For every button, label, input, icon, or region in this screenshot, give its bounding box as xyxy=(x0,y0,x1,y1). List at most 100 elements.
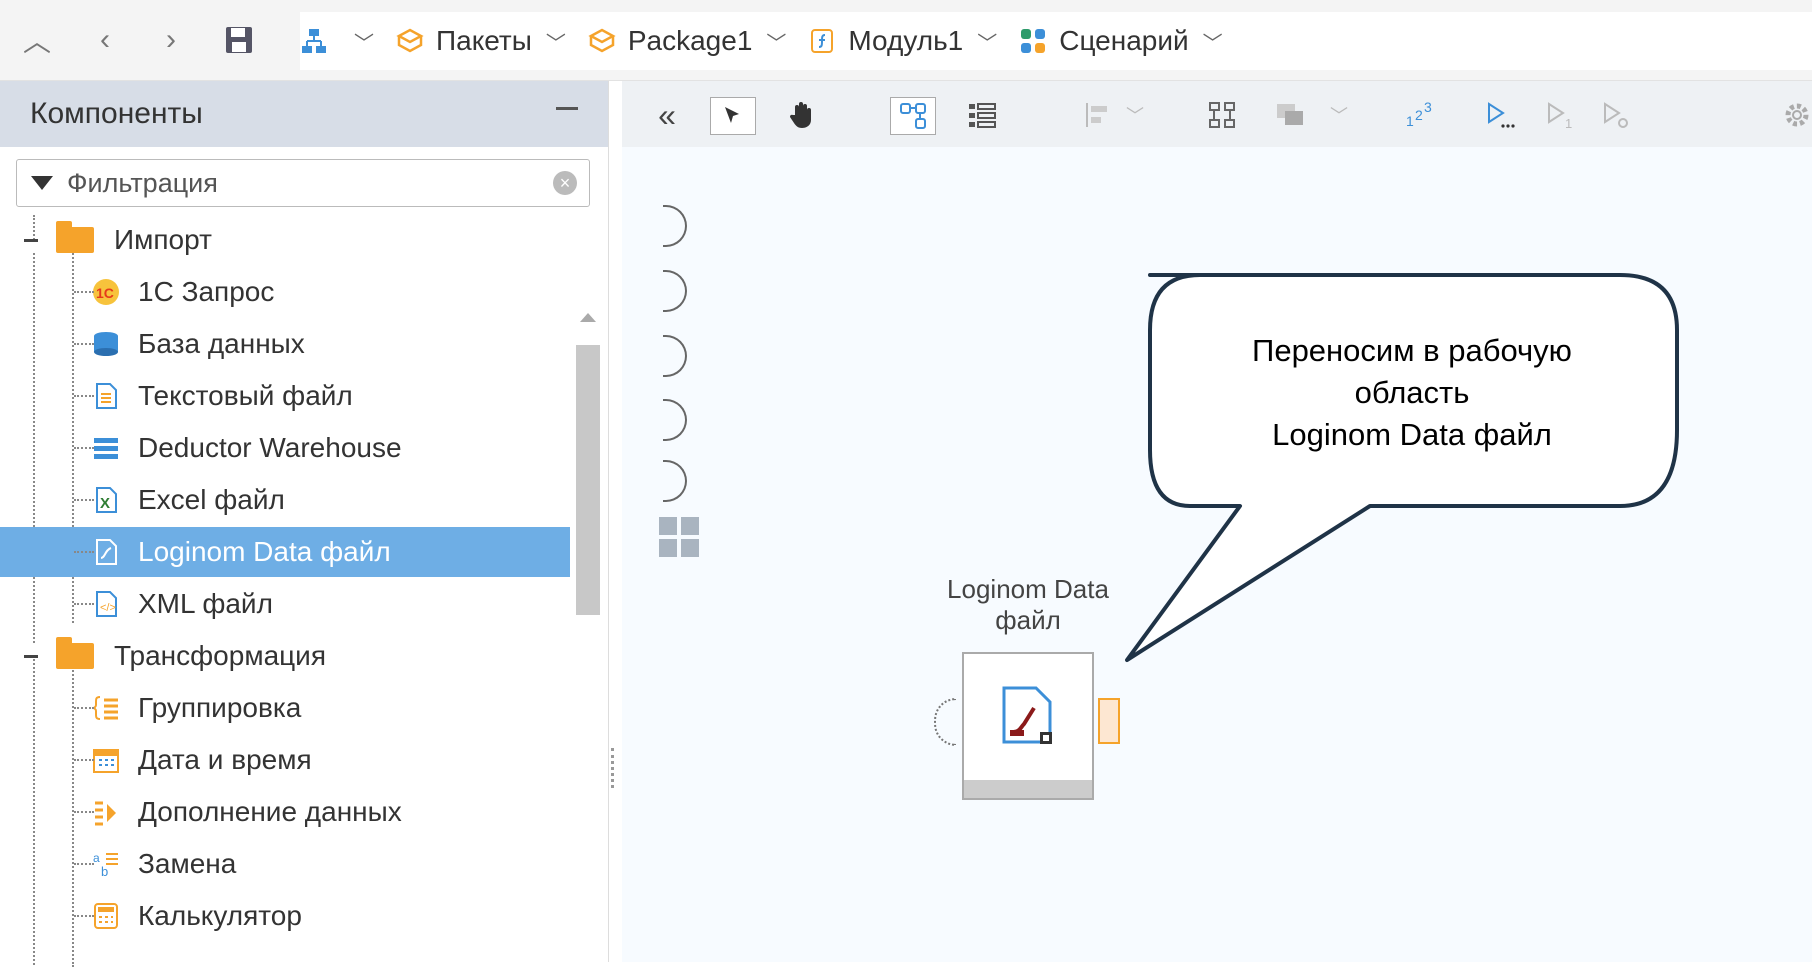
breadcrumb-label: Package1 xyxy=(627,25,753,56)
node-title-line: файл xyxy=(995,605,1061,635)
align-left-icon xyxy=(1086,103,1107,127)
tree-group-import[interactable]: Импорт xyxy=(0,215,570,265)
chevron-up-icon[interactable]: ︿ xyxy=(22,20,52,60)
filter-input[interactable] xyxy=(65,166,539,200)
run-settings-button[interactable] xyxy=(1598,97,1634,133)
tree-item-label: Замена xyxy=(138,848,237,879)
pointer-tool-button[interactable] xyxy=(710,97,756,135)
tree-item-label: База данных xyxy=(138,328,305,359)
align-button[interactable] xyxy=(1080,97,1114,133)
tree-line xyxy=(74,395,94,397)
save-button[interactable] xyxy=(222,20,256,60)
hand-icon xyxy=(789,102,811,128)
scrollbar-thumb[interactable] xyxy=(576,345,600,615)
tree-item-deductor-warehouse[interactable]: Deductor Warehouse xyxy=(0,423,570,473)
numbering-button[interactable]: 123 xyxy=(1402,97,1442,133)
breadcrumb-item-module1[interactable]: Модуль1 ﹀ xyxy=(808,25,997,57)
filter-icon xyxy=(31,176,53,190)
svg-text:1: 1 xyxy=(1565,116,1572,129)
tree-line xyxy=(74,343,94,345)
breadcrumb-label: Сценарий xyxy=(1059,25,1189,56)
panel-title: Компоненты xyxy=(30,97,203,130)
folder-icon xyxy=(56,221,94,253)
breadcrumb-label: Модуль1 xyxy=(848,25,964,56)
settings-button[interactable] xyxy=(1782,97,1812,133)
splitter-handle[interactable] xyxy=(611,748,618,788)
scenario-view-button[interactable] xyxy=(890,97,936,135)
tree-line xyxy=(74,707,94,709)
module-icon xyxy=(811,29,834,53)
collapse-icon[interactable] xyxy=(24,238,38,242)
chevron-down-icon[interactable]: ﹀ xyxy=(1326,97,1352,133)
filter-box: × xyxy=(16,159,590,207)
back-button[interactable]: ‹ xyxy=(90,20,120,60)
list-icon xyxy=(969,103,996,128)
breadcrumb-item-packages[interactable]: Пакеты ﹀ xyxy=(396,25,566,57)
breadcrumb-item-hierarchy[interactable]: ﹀ xyxy=(300,27,374,56)
hierarchy-icon xyxy=(302,29,326,53)
components-panel: Компоненты × Импорт 1С 1С Запрос xyxy=(0,81,609,967)
tree-item-date-time[interactable]: Дата и время xyxy=(0,735,570,785)
tree-item-grouping[interactable]: Группировка xyxy=(0,683,570,733)
tree-item-loginom-data-file[interactable]: Loginom Data файл xyxy=(0,527,570,577)
tree-group-transform[interactable]: Трансформация xyxy=(0,631,570,681)
tree-item-label: Дата и время xyxy=(138,744,312,775)
breadcrumb-item-scenario[interactable]: Сценарий ﹀ xyxy=(1019,25,1223,57)
chevron-down-icon[interactable]: ﹀ xyxy=(1203,27,1223,56)
grouping-icon xyxy=(92,696,118,720)
layout-icon xyxy=(1209,102,1235,128)
chevron-down-icon[interactable]: ﹀ xyxy=(1122,97,1148,133)
top-toolbar: ︿ ‹ › ﹀ Пакеты ﹀ Package1 ﹀ Модуль1 ﹀ Сц… xyxy=(0,0,1812,81)
tree-line xyxy=(74,863,94,865)
text-file-icon xyxy=(96,383,117,409)
database-icon xyxy=(94,332,118,356)
pan-tool-button[interactable] xyxy=(782,97,822,133)
clear-icon[interactable]: × xyxy=(553,171,577,195)
run-one-button[interactable]: 1 xyxy=(1542,97,1578,133)
node-output-port[interactable] xyxy=(1098,698,1120,744)
svg-text:X: X xyxy=(100,495,110,512)
chevron-down-icon[interactable]: ﹀ xyxy=(354,27,374,56)
tree-item-xml-file[interactable]: </> XML файл xyxy=(0,579,570,629)
svg-text:</>: </> xyxy=(100,602,116,614)
chevron-down-icon[interactable]: ﹀ xyxy=(977,27,997,56)
tree-item-database[interactable]: База данных xyxy=(0,319,570,369)
forward-button[interactable]: › xyxy=(156,20,186,60)
tree-item-excel-file[interactable]: X Excel файл xyxy=(0,475,570,525)
cursor-arrow-icon xyxy=(725,107,739,123)
tree-scrollbar[interactable] xyxy=(573,215,603,962)
package-icon xyxy=(396,28,424,53)
run-all-button[interactable] xyxy=(1482,97,1518,133)
tree-group-label: Трансформация xyxy=(114,640,326,671)
tree-item-data-supplement[interactable]: Дополнение данных xyxy=(0,787,570,837)
breadcrumb: ﹀ Пакеты ﹀ Package1 ﹀ Модуль1 ﹀ Сценарий… xyxy=(300,12,1812,70)
canvas-toolbar: « ﹀ ﹀ 123 1 xyxy=(622,81,1812,147)
tree-item-label: Текстовый файл xyxy=(138,380,353,411)
tree-item-1c-query[interactable]: 1С 1С Запрос xyxy=(0,267,570,317)
minimize-icon[interactable] xyxy=(556,107,578,110)
tree-line xyxy=(74,447,94,449)
svg-text:2: 2 xyxy=(1415,107,1423,123)
grid-icon[interactable] xyxy=(659,517,699,557)
tree-item-text-file[interactable]: Текстовый файл xyxy=(0,371,570,421)
loginom-data-file-node[interactable] xyxy=(962,652,1094,800)
collapse-panel-button[interactable]: « xyxy=(652,97,682,133)
warehouse-icon xyxy=(94,438,118,459)
list-view-button[interactable] xyxy=(962,97,1002,133)
tree-line xyxy=(74,759,94,761)
tree-line xyxy=(74,915,94,917)
svg-text:3: 3 xyxy=(1424,100,1432,115)
chevron-down-icon[interactable]: ﹀ xyxy=(546,27,566,56)
collapse-icon[interactable] xyxy=(24,654,38,658)
tree-item-calculator[interactable]: Калькулятор xyxy=(0,891,570,941)
chevron-down-icon[interactable]: ﹀ xyxy=(766,27,786,56)
tree-line xyxy=(74,811,94,813)
auto-layout-button[interactable] xyxy=(1204,97,1240,133)
tree-item-label: Loginom Data файл xyxy=(138,536,391,567)
play-outline-icon xyxy=(1488,102,1515,128)
scroll-up-icon[interactable] xyxy=(580,313,596,322)
arrange-button[interactable] xyxy=(1272,97,1308,133)
workflow-icon xyxy=(900,103,926,129)
tree-item-replace[interactable]: ab Замена xyxy=(0,839,570,889)
breadcrumb-item-package1[interactable]: Package1 ﹀ xyxy=(588,25,786,57)
